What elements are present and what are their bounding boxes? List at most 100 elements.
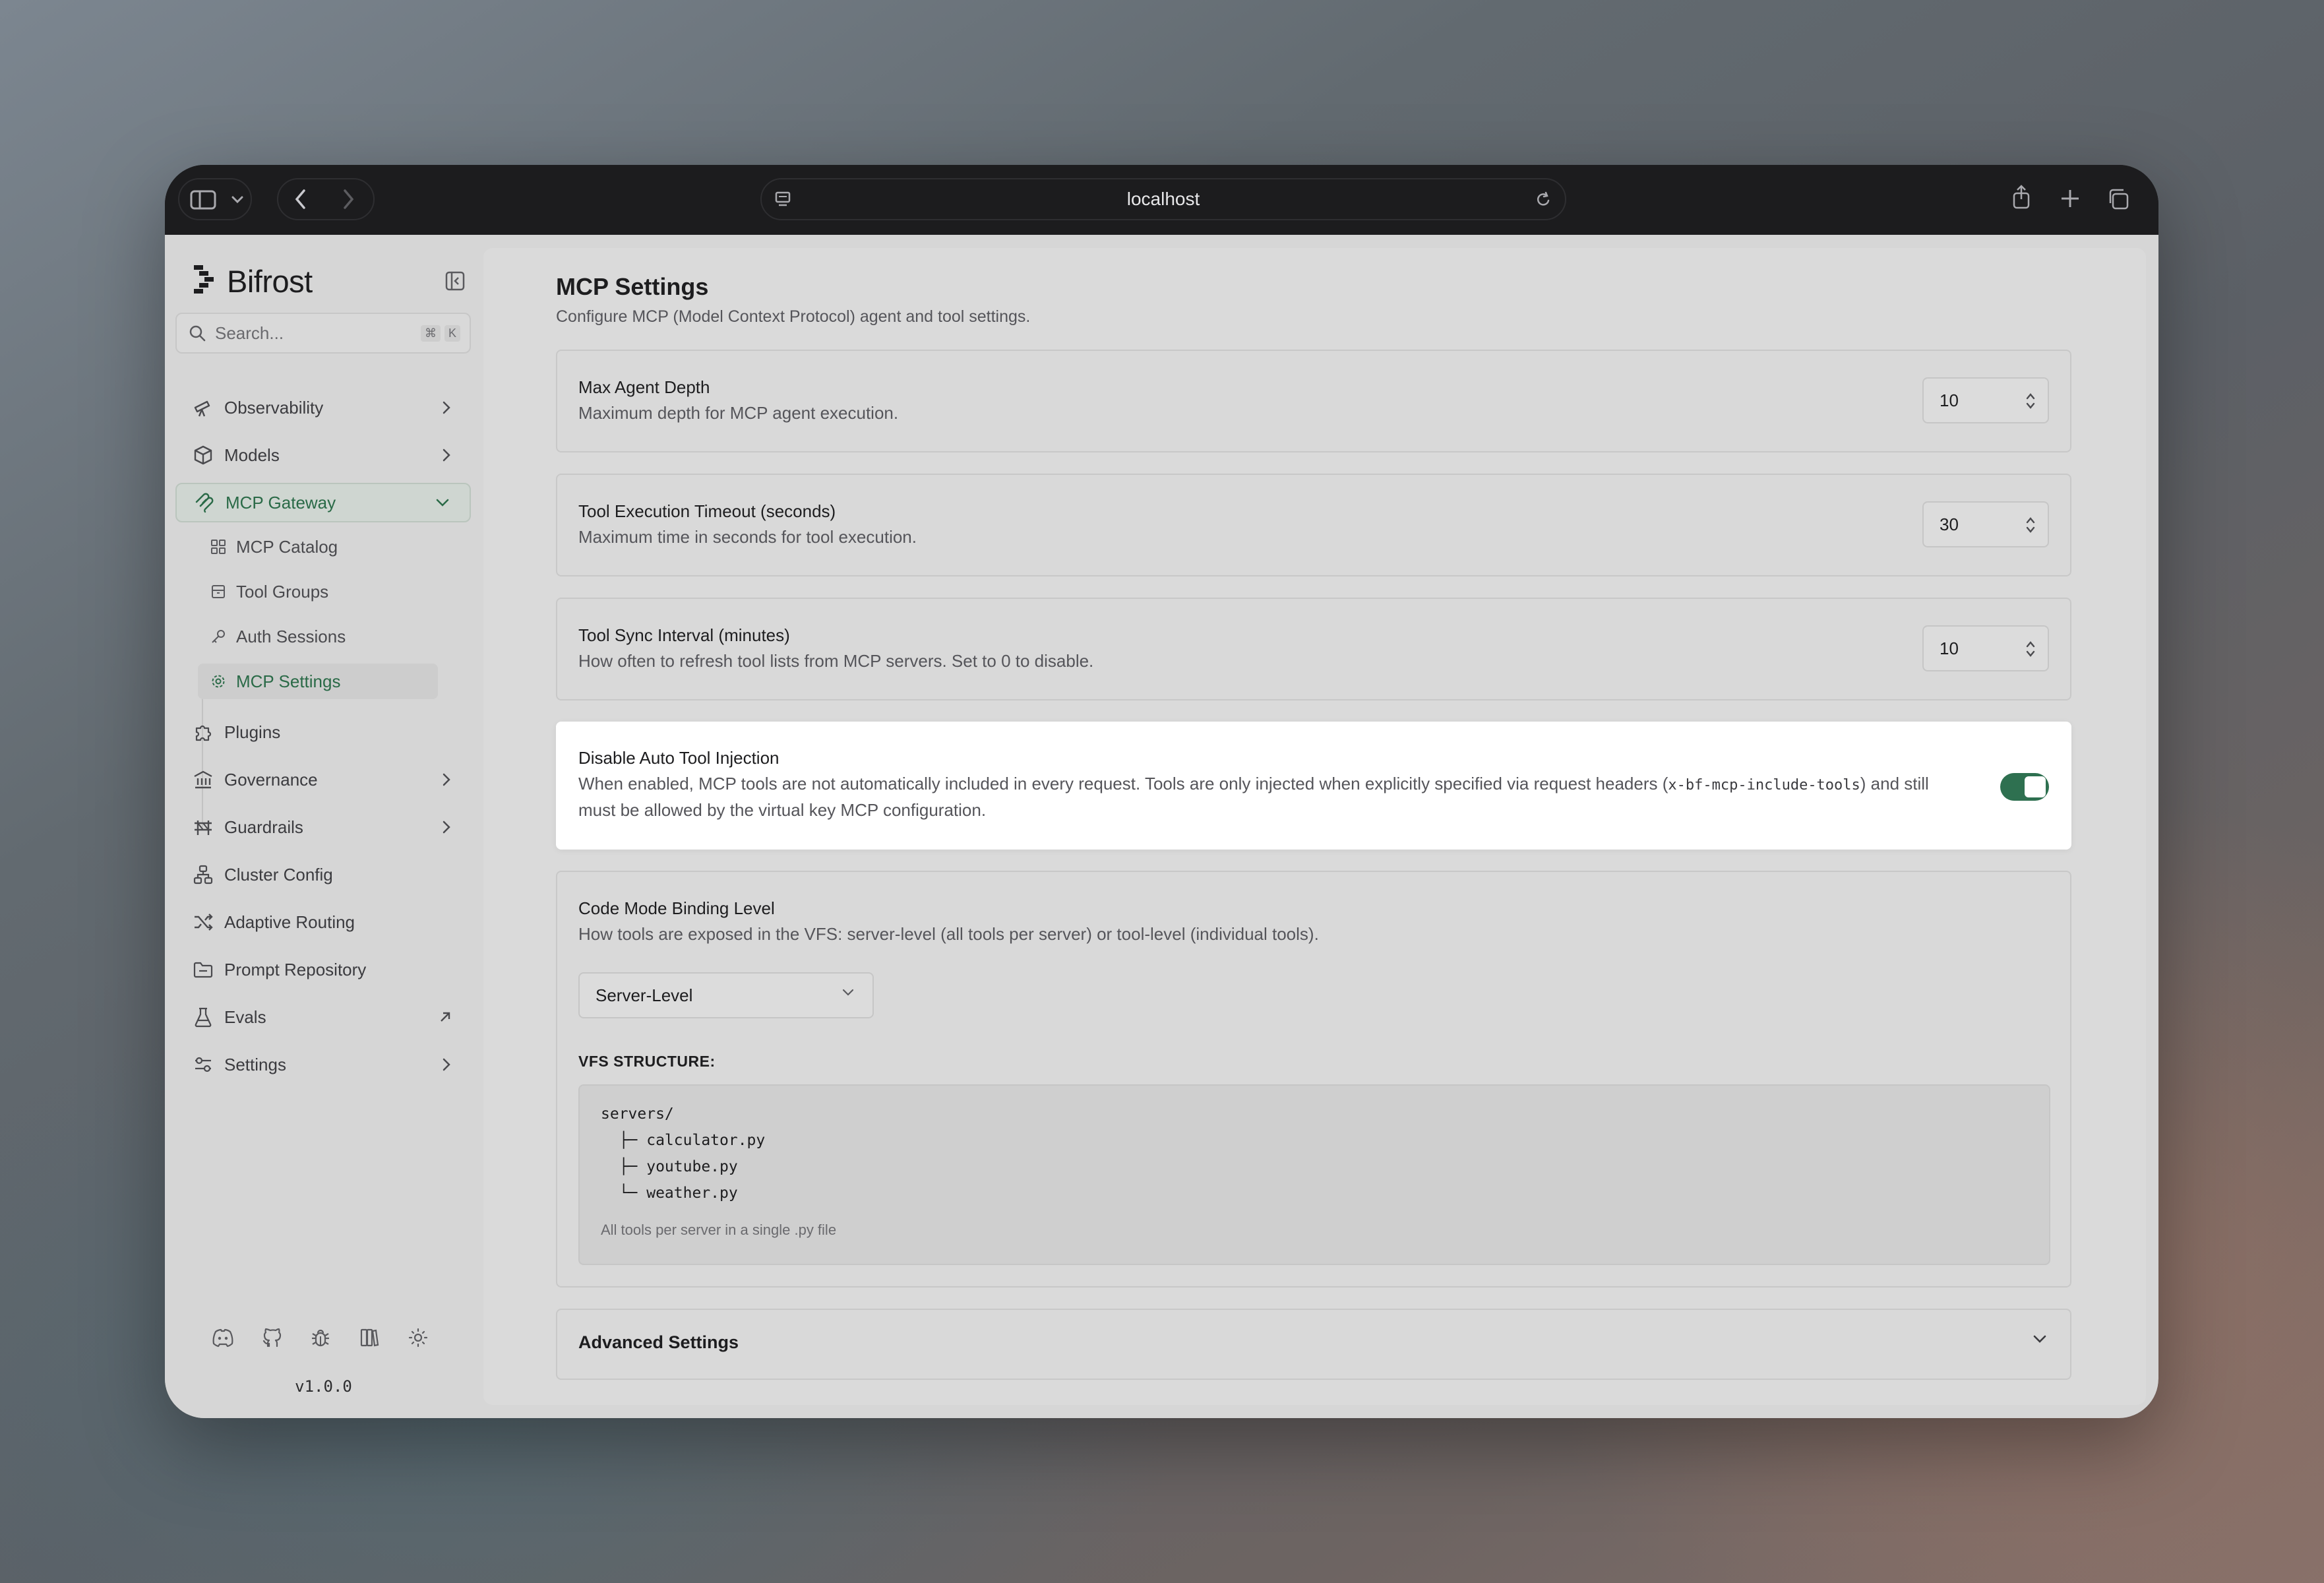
sidebar-subitem-auth-sessions[interactable]: Auth Sessions: [198, 619, 438, 654]
chevron-right-icon: [442, 772, 451, 787]
bifrost-logo-icon: [194, 264, 218, 297]
new-tab-icon[interactable]: [2060, 189, 2080, 208]
discord-icon[interactable]: [211, 1326, 235, 1350]
chevron-right-icon: [442, 820, 451, 834]
chevron-down-icon: [841, 988, 855, 997]
github-icon[interactable]: [260, 1326, 284, 1350]
sidebar-item-models[interactable]: Models: [175, 435, 471, 475]
gear-icon: [210, 673, 227, 690]
setting-description: How tools are exposed in the VFS: server…: [578, 924, 1319, 944]
back-icon[interactable]: [294, 189, 307, 210]
sidebar-item-mcp-gateway[interactable]: MCP Gateway: [175, 483, 471, 522]
sidebar-item-label: Prompt Repository: [224, 959, 367, 979]
setting-tool-sync-interval: Tool Sync Interval (minutes) How often t…: [556, 598, 2071, 700]
share-icon[interactable]: [2011, 185, 2031, 210]
chevron-down-icon: [435, 498, 450, 507]
input-value: 10: [1940, 390, 1959, 410]
description-text: When enabled, MCP tools are not automati…: [578, 774, 1668, 793]
sidebar-item-label: Evals: [224, 1007, 266, 1027]
sidebar-item-governance[interactable]: Governance: [175, 760, 471, 799]
tool-timeout-input[interactable]: 30: [1922, 501, 2049, 547]
shuffle-icon: [193, 912, 214, 933]
sidebar-subitem-tool-groups[interactable]: Tool Groups: [198, 574, 438, 609]
setting-disable-auto-tool-injection: Disable Auto Tool Injection When enabled…: [556, 722, 2071, 850]
setting-description-line2: must be allowed by the virtual key MCP c…: [578, 800, 987, 820]
setting-title: Code Mode Binding Level: [578, 898, 775, 918]
header-code: x-bf-mcp-include-tools: [1668, 777, 1860, 793]
chevron-down-icon[interactable]: [2032, 1334, 2048, 1344]
setting-tool-execution-timeout: Tool Execution Timeout (seconds) Maximum…: [556, 474, 2071, 576]
setting-description: How often to refresh tool lists from MCP…: [578, 651, 1094, 671]
page-subtitle: Configure MCP (Model Context Protocol) a…: [556, 307, 1031, 326]
sidebar-item-label: MCP Gateway: [226, 492, 336, 512]
chevron-right-icon: [442, 448, 451, 462]
bug-icon[interactable]: [309, 1326, 332, 1350]
setting-title: Tool Execution Timeout (seconds): [578, 501, 836, 521]
search-input[interactable]: Search... ⌘ K: [175, 313, 471, 354]
forward-icon[interactable]: [342, 189, 355, 210]
telescope-icon: [193, 397, 214, 418]
shortcut-mod: ⌘: [420, 325, 441, 342]
stepper-icon[interactable]: [2025, 516, 2036, 534]
folder-icon: [193, 959, 214, 980]
sidebar-subitem-label: Tool Groups: [236, 581, 329, 602]
setting-title: Disable Auto Tool Injection: [578, 748, 780, 768]
sidebar-item-prompt-repository[interactable]: Prompt Repository: [175, 950, 471, 989]
max-agent-depth-input[interactable]: 10: [1922, 377, 2049, 423]
shortcut-key: K: [444, 325, 460, 342]
stepper-icon[interactable]: [2025, 392, 2036, 410]
vfs-line: ├─ calculator.py: [601, 1132, 766, 1149]
sidebar-item-evals[interactable]: Evals: [175, 997, 471, 1037]
book-icon[interactable]: [357, 1326, 381, 1350]
chevron-right-icon: [442, 400, 451, 415]
sidebar-item-label: Plugins: [224, 722, 281, 742]
tool-sync-interval-input[interactable]: 10: [1922, 625, 2049, 671]
input-value: 10: [1940, 638, 1959, 658]
sidebar-subitem-mcp-settings[interactable]: MCP Settings: [198, 664, 438, 699]
disable-auto-injection-toggle[interactable]: [2000, 773, 2049, 801]
app-version: v1.0.0: [295, 1377, 352, 1396]
setting-description: Maximum depth for MCP agent execution.: [578, 403, 899, 423]
page-title: MCP Settings: [556, 273, 709, 300]
vfs-structure-preview: servers/ ├─ calculator.py ├─ youtube.py …: [578, 1084, 2050, 1265]
address-bar[interactable]: localhost: [760, 178, 1566, 220]
reload-icon[interactable]: [1535, 191, 1552, 209]
external-link-icon: [439, 1011, 451, 1023]
sidebar-subitem-label: MCP Settings: [236, 671, 341, 691]
sidebar-item-settings[interactable]: Settings: [175, 1045, 471, 1084]
sidebar-item-guardrails[interactable]: Guardrails: [175, 807, 471, 847]
collapse-sidebar-icon[interactable]: [445, 271, 465, 294]
sidebar-item-label: Models: [224, 445, 280, 465]
brand[interactable]: Bifrost: [194, 263, 313, 299]
setting-code-mode-binding-level: Code Mode Binding Level How tools are ex…: [556, 871, 2071, 1288]
sliders-icon: [193, 1054, 214, 1075]
vfs-line: └─ weather.py: [601, 1185, 738, 1202]
sidebar-subitem-mcp-catalog[interactable]: MCP Catalog: [198, 529, 438, 565]
sidebar: Bifrost Search... ⌘ K Observability Mode…: [165, 235, 482, 1418]
landmark-icon: [193, 769, 214, 790]
search-placeholder: Search...: [215, 323, 284, 343]
browser-toolbar: localhost: [165, 165, 2158, 235]
binding-level-select[interactable]: Server-Level: [578, 972, 874, 1018]
description-text: ) and still: [1860, 774, 1929, 793]
advanced-settings-accordion[interactable]: Advanced Settings: [556, 1309, 2071, 1380]
sidebar-item-observability[interactable]: Observability: [175, 388, 471, 427]
mcp-icon: [194, 492, 215, 513]
stepper-icon[interactable]: [2025, 640, 2036, 658]
setting-description: Maximum time in seconds for tool executi…: [578, 527, 917, 547]
sidebar-item-plugins[interactable]: Plugins: [175, 712, 471, 752]
history-nav-group: [277, 178, 375, 220]
sun-icon[interactable]: [406, 1326, 430, 1350]
main-content: MCP Settings Configure MCP (Model Contex…: [483, 248, 2146, 1405]
vfs-note: All tools per server in a single .py fil…: [601, 1222, 837, 1238]
sidebar-toggle-icon[interactable]: [190, 190, 216, 210]
key-icon: [210, 628, 227, 645]
chevron-down-icon[interactable]: [231, 195, 244, 204]
sidebar-item-label: Settings: [224, 1054, 286, 1074]
tab-overview-icon[interactable]: [2106, 187, 2130, 211]
cube-icon: [193, 445, 214, 466]
package-icon: [210, 583, 227, 600]
sidebar-item-adaptive-routing[interactable]: Adaptive Routing: [175, 902, 471, 942]
brand-name: Bifrost: [227, 263, 313, 299]
sidebar-item-cluster-config[interactable]: Cluster Config: [175, 855, 471, 894]
